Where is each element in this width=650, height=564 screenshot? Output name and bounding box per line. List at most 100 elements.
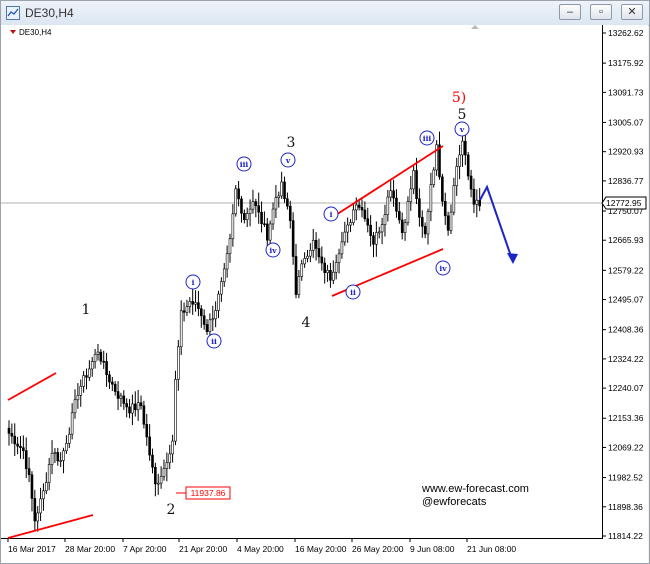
candle-body [7, 427, 11, 434]
candle-body [343, 231, 347, 243]
candle-body [22, 447, 25, 451]
subwave-label: iii [423, 134, 432, 143]
candle-body [133, 403, 137, 411]
watermark-url: www.ew-forecast.com [421, 483, 529, 495]
window-title: DE30,H4 [25, 6, 74, 20]
candle-body [208, 319, 212, 332]
candle-body [197, 302, 200, 310]
candle-body [199, 308, 203, 317]
candle-body [332, 271, 335, 281]
wave-label-3: 3 [287, 135, 296, 151]
time-tick-label: 26 May 20:00 [352, 544, 404, 554]
wave-label-1: 1 [82, 302, 91, 318]
subwave-label: iv [269, 246, 277, 255]
price-tick-label: 12324.22 [608, 354, 644, 364]
candle-body [337, 253, 341, 263]
candle-body [10, 433, 14, 437]
price-tick-label: 12495.07 [608, 295, 644, 305]
candle-body [33, 498, 37, 522]
price-chart[interactable]: DE30,H4 13262.62 13175.92 13091.73 13005.07… [1, 25, 648, 563]
maximize-button[interactable]: ▫ [590, 4, 612, 20]
candle-body [452, 185, 456, 213]
candle-body [228, 238, 232, 255]
title-bar[interactable]: DE30,H4 – ▫ ✕ [1, 1, 649, 26]
candle-body [280, 181, 283, 197]
candle-body [73, 399, 77, 414]
candle-body [119, 395, 123, 399]
candle-body [179, 310, 183, 348]
candle-body [352, 209, 355, 223]
candle-body [372, 235, 375, 245]
subwave-label: iii [240, 160, 249, 169]
minimize-button[interactable]: – [559, 4, 581, 20]
candle-body [349, 222, 352, 226]
subwave-label: i [192, 278, 195, 287]
candle-body [455, 166, 459, 187]
subwave-iii-second: iii [419, 130, 435, 146]
candle-body [311, 239, 315, 251]
time-tick-label: 28 Mar 20:00 [65, 544, 115, 554]
symbol-label: DE30,H4 [19, 28, 52, 37]
subwave-label: v [285, 156, 291, 165]
candle-body [395, 197, 398, 212]
subwave-iv-first: iv [265, 242, 281, 258]
candle-body [220, 281, 223, 295]
candle-body [297, 276, 301, 295]
candle [234, 185, 238, 217]
candle-body [245, 213, 249, 220]
price-tick-label: 13091.73 [608, 87, 644, 97]
candle-body [263, 223, 266, 226]
subwave-label: i [330, 210, 333, 219]
subwave-label: iv [439, 264, 447, 273]
candle-body [257, 205, 260, 213]
candle [441, 173, 444, 207]
subwave-iii-first: iii [236, 156, 252, 172]
candle-body [222, 268, 226, 282]
candle-body [237, 188, 240, 200]
price-tick-label: 13005.07 [608, 117, 644, 127]
candle-body [294, 256, 298, 295]
subwave-iv-second: iv [435, 260, 451, 276]
candle-body [363, 209, 367, 220]
candle-body [412, 170, 415, 190]
candle-body [82, 375, 85, 387]
candle-body [202, 315, 206, 325]
candle-body [53, 452, 57, 454]
candle-body [136, 402, 140, 411]
price-tick-label: 12069.22 [608, 442, 644, 452]
candle-body [128, 406, 131, 414]
candle-body [383, 214, 387, 226]
wave-label-5: 5 [458, 107, 467, 123]
candle-body [429, 184, 433, 212]
low-price-label: 11937.86 [191, 488, 226, 498]
candle-body [392, 190, 395, 199]
candle-body [366, 218, 370, 226]
candle-body [67, 433, 71, 444]
candle-body [260, 211, 263, 225]
candle-body [116, 391, 120, 399]
candle-body [151, 454, 154, 468]
candle-body [461, 140, 464, 156]
candle-body [357, 204, 361, 208]
candle-body [139, 402, 143, 407]
candle-body [39, 498, 42, 514]
candle-body [240, 198, 243, 214]
candle-body [93, 354, 97, 362]
candle-body [317, 248, 321, 258]
candle-body [122, 395, 126, 404]
close-button[interactable]: ✕ [621, 4, 643, 20]
candle-body [88, 368, 91, 378]
candle-body [478, 199, 481, 207]
candle-body [85, 375, 88, 378]
candle-body [306, 255, 309, 259]
price-tick-label: 12579.22 [608, 265, 644, 275]
candle-body [309, 249, 312, 257]
subwave-ii-first: ii [206, 333, 222, 349]
candle-body [154, 466, 157, 485]
current-price-label: 12772.95 [606, 198, 642, 208]
candle-body [105, 361, 108, 376]
candle-body [354, 204, 358, 211]
price-tick-label: 11982.52 [608, 473, 643, 483]
candle [432, 167, 436, 188]
candle-body [360, 207, 364, 211]
